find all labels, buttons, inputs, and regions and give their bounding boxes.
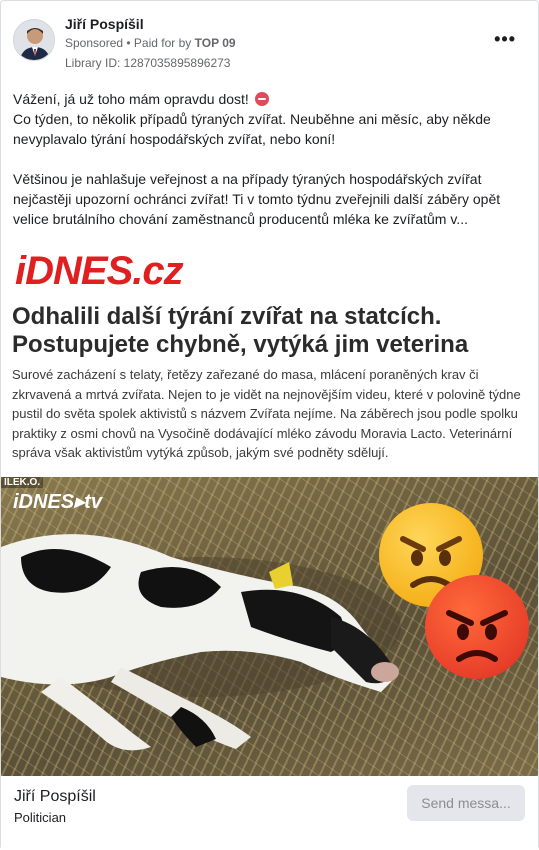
angry-face-icon [254, 92, 269, 106]
article-lead: Surové zacházení s telaty, řetězy zařeza… [12, 367, 521, 460]
ad-header: Jiří Pospíšil Sponsored • Paid for by TO… [13, 13, 526, 73]
footer-page-category: Politician [14, 810, 67, 825]
body-line-2: Co týden, to několik případů týraných zv… [13, 111, 491, 147]
body-line-1-text: Vážení, já už toho mám opravdu dost! [13, 91, 249, 107]
idnes-logo: iDNES.cz [15, 249, 184, 293]
body-line-3: Většinou je nahlašuje veřejnost a na pří… [13, 171, 501, 227]
article-screenshot: iDNES.cz Odhalili další týrání zvířat na… [1, 239, 538, 479]
sponsored-line: Sponsored • Paid for by TOP 09 [65, 36, 236, 50]
ad-card: Jiří Pospíšil Sponsored • Paid for by TO… [0, 0, 539, 850]
video-tag: ILEK.O. [1, 477, 44, 488]
send-message-button[interactable]: Send messa... [407, 785, 525, 821]
article-headline: Odhalili další týrání zvířat na statcích… [12, 303, 469, 358]
paid-for-entity[interactable]: TOP 09 [195, 36, 236, 50]
video-still: ILEK.O. iDNES▸tv [1, 477, 538, 776]
sponsored-label: Sponsored [65, 36, 124, 50]
more-options-icon[interactable]: ••• [494, 29, 516, 50]
person-icon [14, 20, 54, 60]
ad-creative[interactable]: iDNES.cz Odhalili další týrání zvířat na… [1, 239, 538, 776]
advertiser-name[interactable]: Jiří Pospíšil [65, 16, 144, 32]
footer-page-name[interactable]: Jiří Pospíšil [14, 788, 96, 806]
library-id: Library ID: 1287035895896273 [65, 56, 231, 70]
idnes-tv-logo: iDNES▸tv [13, 491, 102, 513]
pouting-face-emoji-icon [425, 575, 529, 679]
body-line-1: Vážení, já už toho mám opravdu dost! [13, 89, 527, 109]
ad-body-text: Vážení, já už toho mám opravdu dost! Co … [13, 89, 527, 229]
advertiser-avatar[interactable] [13, 19, 55, 61]
ad-footer: Jiří Pospíšil Politician Send messa... [1, 776, 538, 850]
paid-for-label: • Paid for by [126, 36, 192, 50]
